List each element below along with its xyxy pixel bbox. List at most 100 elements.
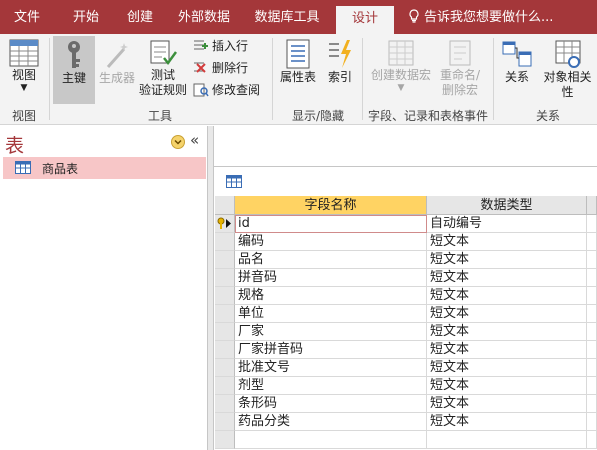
data-type-cell[interactable]: 短文本 [427, 341, 587, 359]
primary-key-button[interactable]: 主键 [53, 36, 95, 104]
data-type-cell[interactable]: 短文本 [427, 377, 587, 395]
table-design-view: 字段名称 数据类型 id 自动编号 编码 短文本 品名 短文本 拼音码 短文本 规格 短文本 单位短… [208, 126, 597, 450]
tab-external-data[interactable]: 外部数据 [168, 0, 240, 34]
table-icon [226, 175, 242, 188]
row-selector[interactable] [215, 287, 235, 305]
delete-rows-label: 删除行 [212, 61, 249, 75]
tab-file[interactable]: 文件 [0, 0, 54, 34]
collapse-pane-button[interactable]: « [190, 131, 199, 149]
field-name-cell[interactable]: 条形码 [235, 395, 427, 413]
data-type-cell[interactable]: 短文本 [427, 413, 587, 431]
object-dependencies-label: 对象相关性 [543, 70, 592, 99]
description-cell[interactable] [587, 287, 597, 305]
builder-button[interactable]: 生成器 [96, 36, 138, 104]
data-type-cell[interactable]: 短文本 [427, 287, 587, 305]
table-row: 药品分类 短文本 [215, 413, 597, 431]
relationships-label: 关系 [504, 70, 529, 84]
field-name-cell[interactable]: 药品分类 [235, 413, 427, 431]
tab-create[interactable]: 创建 [116, 0, 164, 34]
table-row: 条形码 短文本 [215, 395, 597, 413]
select-all-corner[interactable] [215, 196, 235, 215]
row-selector[interactable] [215, 431, 235, 449]
view-button[interactable]: 视图 ▼ [2, 38, 46, 102]
data-type-cell[interactable]: 短文本 [427, 305, 587, 323]
relationships-button[interactable]: 关系 [498, 38, 536, 100]
object-dependencies-button[interactable]: 对象相关性 [538, 38, 597, 100]
data-type-cell[interactable]: 短文本 [427, 269, 587, 287]
row-selector[interactable] [215, 413, 235, 431]
column-header-data-type[interactable]: 数据类型 [427, 196, 587, 215]
modify-lookups-button[interactable]: 修改查阅 [193, 80, 260, 100]
row-selector[interactable] [215, 251, 235, 269]
view-label: 视图 [11, 68, 36, 82]
view-icon [9, 39, 39, 67]
description-cell[interactable] [587, 377, 597, 395]
row-selector[interactable] [215, 323, 235, 341]
row-selector[interactable] [215, 377, 235, 395]
field-name-cell[interactable]: 拼音码 [235, 269, 427, 287]
field-name-cell[interactable]: 厂家拼音码 [235, 341, 427, 359]
data-type-cell[interactable]: 短文本 [427, 233, 587, 251]
data-type-cell[interactable]: 短文本 [427, 359, 587, 377]
field-name-cell[interactable] [235, 431, 427, 449]
description-cell[interactable] [587, 215, 597, 233]
row-selector[interactable] [215, 305, 235, 323]
field-name-cell[interactable]: 批准文号 [235, 359, 427, 377]
description-cell[interactable] [587, 413, 597, 431]
row-selector[interactable] [215, 269, 235, 287]
field-name-cell[interactable]: 剂型 [235, 377, 427, 395]
tab-design[interactable]: 设计 [336, 6, 394, 34]
nav-item-table[interactable]: 商品表 [3, 157, 206, 179]
description-cell[interactable] [587, 269, 597, 287]
description-cell[interactable] [587, 251, 597, 269]
field-name-cell[interactable]: 品名 [235, 251, 427, 269]
table-row [215, 431, 597, 449]
tab-database-tools[interactable]: 数据库工具 [244, 0, 330, 34]
relationships-icon [502, 41, 532, 67]
field-name-cell[interactable]: id [235, 215, 427, 233]
data-macro-icon [388, 40, 414, 66]
description-cell[interactable] [587, 305, 597, 323]
column-header-field-name[interactable]: 字段名称 [235, 196, 427, 215]
group-label-show-hide: 显示/隐藏 [291, 109, 345, 123]
data-type-cell[interactable] [427, 431, 587, 449]
field-name-cell[interactable]: 单位 [235, 305, 427, 323]
description-cell[interactable] [587, 359, 597, 377]
group-label-view: 视图 [11, 109, 36, 123]
delete-rows-button[interactable]: 删除行 [193, 58, 248, 78]
group-label-relationships: 关系 [535, 109, 560, 123]
field-name-cell[interactable]: 厂家 [235, 323, 427, 341]
row-selector[interactable] [215, 359, 235, 377]
data-type-cell[interactable]: 自动编号 [427, 215, 587, 233]
description-cell[interactable] [587, 431, 597, 449]
column-header-description[interactable] [587, 196, 597, 215]
create-data-macros-button[interactable]: 创建数据宏 ▼ [368, 38, 434, 104]
tab-home[interactable]: 开始 [56, 0, 116, 34]
test-validation-rules-button[interactable]: 测试 验证规则 [138, 38, 188, 104]
description-cell[interactable] [587, 395, 597, 413]
modify-lookups-label: 修改查阅 [212, 83, 261, 97]
field-name-cell[interactable]: 编码 [235, 233, 427, 251]
indexes-button[interactable]: 索引 [322, 38, 358, 100]
data-type-cell[interactable]: 短文本 [427, 251, 587, 269]
grid-header-row: 字段名称 数据类型 [215, 196, 597, 215]
row-selector[interactable] [215, 341, 235, 359]
description-cell[interactable] [587, 323, 597, 341]
data-type-cell[interactable]: 短文本 [427, 323, 587, 341]
primary-key-label: 主键 [61, 71, 86, 85]
row-selector[interactable] [215, 395, 235, 413]
data-type-cell[interactable]: 短文本 [427, 395, 587, 413]
property-sheet-label: 属性表 [279, 70, 316, 84]
description-cell[interactable] [587, 341, 597, 359]
table-icon [15, 161, 31, 174]
row-selector[interactable] [215, 233, 235, 251]
property-sheet-icon [286, 39, 310, 69]
field-name-cell[interactable]: 规格 [235, 287, 427, 305]
insert-rows-button[interactable]: 插入行 [193, 36, 248, 56]
rename-delete-macro-button[interactable]: 重命名/ 删除宏 [436, 38, 484, 104]
tell-me-box[interactable]: 告诉我您想要做什么... [408, 0, 553, 34]
nav-dropdown-icon[interactable] [171, 135, 185, 149]
row-selector[interactable] [215, 215, 235, 233]
description-cell[interactable] [587, 233, 597, 251]
property-sheet-button[interactable]: 属性表 [276, 38, 320, 100]
